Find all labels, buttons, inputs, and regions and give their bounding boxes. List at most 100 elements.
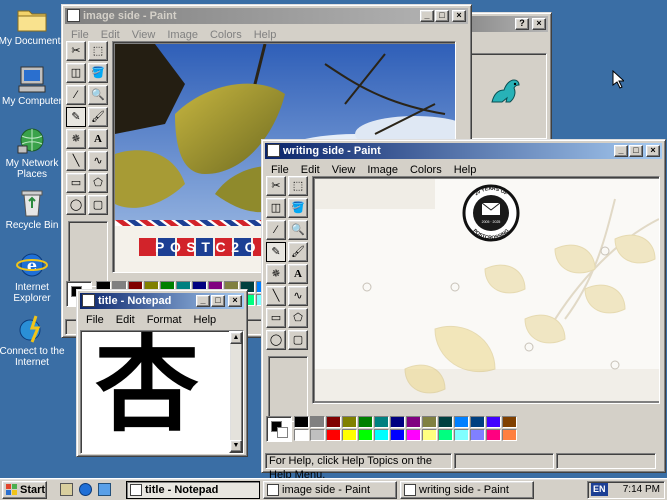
tool-options-panel[interactable] (268, 356, 308, 422)
rounded-rect-tool-icon[interactable]: ▢ (288, 330, 308, 350)
color-swatch[interactable] (422, 416, 437, 428)
color-swatch[interactable] (294, 429, 309, 441)
start-button[interactable]: Start (2, 481, 47, 499)
taskbar-item-paint-writing[interactable]: writing side - Paint (400, 481, 534, 499)
color-swatch[interactable] (502, 429, 517, 441)
close-button[interactable]: × (452, 10, 466, 22)
free-select-tool-icon[interactable]: ✂ (266, 176, 286, 196)
color-swatch[interactable] (310, 416, 325, 428)
text-tool-icon[interactable]: A (88, 129, 108, 149)
postcard-writing-side-image[interactable]: 20 YEARS OF POSTCROSSING 2005 · 2025 (315, 179, 659, 401)
menu-file[interactable]: File (80, 314, 110, 326)
color-swatch[interactable] (310, 429, 325, 441)
color-swatch[interactable] (406, 429, 421, 441)
menu-view[interactable]: View (126, 29, 162, 41)
select-tool-icon[interactable]: ⬚ (288, 176, 308, 196)
menu-help[interactable]: Help (248, 29, 283, 41)
taskbar-item-paint-image[interactable]: image side - Paint (263, 481, 397, 499)
fill-tool-icon[interactable]: 🪣 (288, 198, 308, 218)
airbrush-tool-icon[interactable]: ✵ (66, 129, 86, 149)
rounded-rect-tool-icon[interactable]: ▢ (88, 195, 108, 215)
scroll-down-arrow-icon[interactable]: ▼ (230, 440, 242, 452)
color-swatch[interactable] (342, 416, 357, 428)
desktop-icon-internet-explorer[interactable]: e Internet Explorer (0, 250, 67, 304)
fill-tool-icon[interactable]: 🪣 (88, 63, 108, 83)
menu-edit[interactable]: Edit (295, 164, 326, 176)
scroll-up-arrow-icon[interactable]: ▲ (230, 332, 242, 344)
color-swatch[interactable] (390, 416, 405, 428)
color-swatch[interactable] (374, 416, 389, 428)
taskbar-item-notepad[interactable]: title - Notepad (126, 481, 260, 499)
color-swatch[interactable] (422, 429, 437, 441)
minimize-button[interactable]: _ (614, 145, 628, 157)
pencil-tool-icon[interactable]: ✎ (266, 242, 286, 262)
color-picker-tool-icon[interactable]: ⁄ (66, 85, 86, 105)
color-swatch[interactable] (486, 429, 501, 441)
color-swatch[interactable] (358, 429, 373, 441)
maximize-button[interactable]: □ (629, 145, 643, 157)
color-swatch[interactable] (438, 416, 453, 428)
minimize-button[interactable]: _ (420, 10, 434, 22)
close-button[interactable]: × (646, 145, 660, 157)
vertical-scrollbar[interactable]: ▲ ▼ (229, 331, 243, 453)
menu-help[interactable]: Help (448, 164, 483, 176)
eraser-tool-icon[interactable]: ◫ (266, 198, 286, 218)
menu-colors[interactable]: Colors (404, 164, 448, 176)
curve-tool-icon[interactable]: ∿ (88, 151, 108, 171)
menu-help[interactable]: Help (188, 314, 223, 326)
color-swatch[interactable] (438, 429, 453, 441)
maximize-button[interactable]: □ (435, 10, 449, 22)
desktop-icon-connect-internet[interactable]: Connect to the Internet (0, 314, 67, 368)
language-indicator[interactable]: EN (591, 483, 608, 496)
desktop-icon-my-documents[interactable]: My Documents (0, 4, 67, 47)
rectangle-tool-icon[interactable]: ▭ (66, 173, 86, 193)
color-swatch[interactable] (326, 429, 341, 441)
select-tool-icon[interactable]: ⬚ (88, 41, 108, 61)
pencil-tool-icon[interactable]: ✎ (66, 107, 86, 127)
outlook-express-icon[interactable] (98, 483, 111, 496)
tool-options-panel[interactable] (68, 221, 108, 287)
color-swatch[interactable] (406, 416, 421, 428)
menu-image[interactable]: Image (161, 29, 204, 41)
color-swatch[interactable] (342, 429, 357, 441)
ellipse-tool-icon[interactable]: ◯ (266, 330, 286, 350)
rectangle-tool-icon[interactable]: ▭ (266, 308, 286, 328)
ellipse-tool-icon[interactable]: ◯ (66, 195, 86, 215)
maximize-button[interactable]: □ (211, 295, 225, 307)
line-tool-icon[interactable]: ╲ (66, 151, 86, 171)
menu-file[interactable]: File (265, 164, 295, 176)
polygon-tool-icon[interactable]: ⬠ (288, 308, 308, 328)
internet-explorer-icon[interactable] (79, 483, 92, 496)
menu-colors[interactable]: Colors (204, 29, 248, 41)
color-swatch[interactable] (502, 416, 517, 428)
menu-edit[interactable]: Edit (95, 29, 126, 41)
text-tool-icon[interactable]: A (288, 264, 308, 284)
airbrush-tool-icon[interactable]: ✵ (266, 264, 286, 284)
menu-image[interactable]: Image (361, 164, 404, 176)
color-swatch[interactable] (326, 416, 341, 428)
desktop-icon-my-computer[interactable]: My Computer (0, 64, 67, 107)
color-swatch[interactable] (374, 429, 389, 441)
magnifier-tool-icon[interactable]: 🔍 (288, 220, 308, 240)
color-swatch[interactable] (454, 429, 469, 441)
notepad-text-area[interactable]: 杏 ▲ ▼ (80, 330, 244, 454)
color-swatch[interactable] (470, 429, 485, 441)
eraser-tool-icon[interactable]: ◫ (66, 63, 86, 83)
help-button[interactable]: ? (515, 18, 529, 30)
current-colors[interactable] (266, 416, 292, 442)
color-swatch[interactable] (470, 416, 485, 428)
menu-format[interactable]: Format (141, 314, 188, 326)
desktop-icon-my-network-places[interactable]: My Network Places (0, 126, 67, 180)
curve-tool-icon[interactable]: ∿ (288, 286, 308, 306)
brush-tool-icon[interactable]: 🖌 (288, 242, 308, 262)
color-swatch[interactable] (390, 429, 405, 441)
free-select-tool-icon[interactable]: ✂ (66, 41, 86, 61)
color-swatch[interactable] (454, 416, 469, 428)
magnifier-tool-icon[interactable]: 🔍 (88, 85, 108, 105)
show-desktop-icon[interactable] (60, 483, 73, 496)
menu-view[interactable]: View (326, 164, 362, 176)
menu-file[interactable]: File (65, 29, 95, 41)
color-swatch[interactable] (358, 416, 373, 428)
brush-tool-icon[interactable]: 🖌 (88, 107, 108, 127)
menu-edit[interactable]: Edit (110, 314, 141, 326)
